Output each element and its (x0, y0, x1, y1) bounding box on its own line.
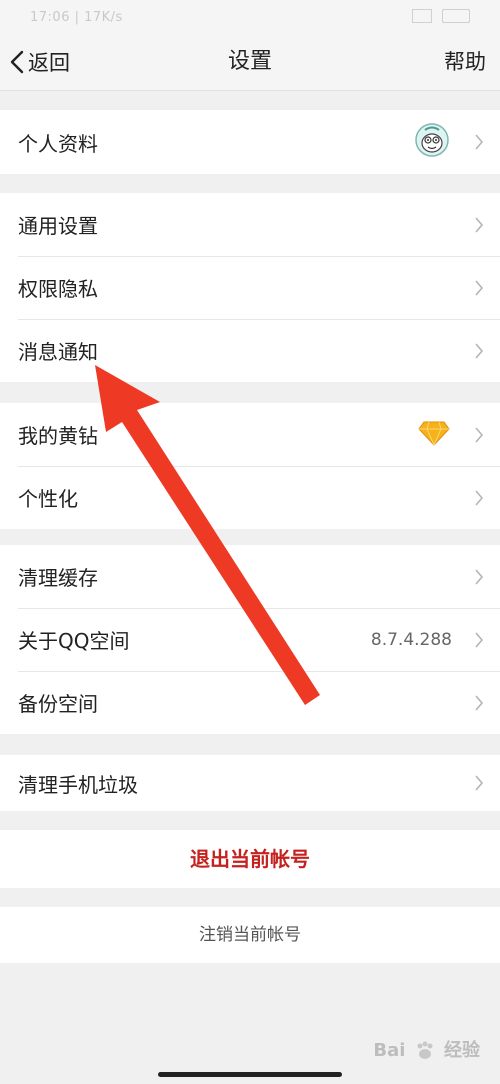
chevron-right-icon (475, 134, 484, 150)
status-bar: 17:06 | 17K/s (0, 0, 500, 34)
settings-row-privacy[interactable]: 权限隐私 (0, 256, 500, 319)
home-indicator (158, 1072, 342, 1077)
settings-row-notifications[interactable]: 消息通知 (0, 319, 500, 382)
chevron-right-icon (475, 631, 484, 648)
cancel-account-button[interactable]: 注销当前帐号 (0, 907, 500, 963)
settings-row-backup[interactable]: 备份空间 (0, 671, 500, 734)
row-label: 关于QQ空间 (18, 629, 130, 653)
logout-button[interactable]: 退出当前帐号 (0, 830, 500, 888)
watermark: Bai 经验 (373, 1036, 480, 1062)
settings-row-about[interactable]: 关于QQ空间 8.7.4.288 (0, 608, 500, 671)
chevron-right-icon (475, 694, 484, 711)
row-label: 备份空间 (18, 692, 98, 716)
help-button[interactable]: 帮助 (444, 34, 486, 90)
status-time: 17:06 | 17K/s (30, 10, 123, 25)
row-label: 个人资料 (18, 131, 98, 156)
row-label: 我的黄钻 (18, 424, 98, 448)
vip-group: 我的黄钻 个性化 (0, 403, 500, 529)
cleanup-group: 清理手机垃圾 (0, 755, 500, 811)
watermark-text-right: 经验 (444, 1040, 480, 1061)
battery-icon (442, 9, 470, 23)
nav-bar: 设置 返回 帮助 (0, 34, 500, 91)
chevron-right-icon (475, 279, 484, 296)
diamond-icon (418, 420, 450, 450)
row-label: 清理手机垃圾 (18, 772, 138, 797)
row-label: 通用设置 (18, 214, 98, 238)
general-group: 通用设置 权限隐私 消息通知 (0, 193, 500, 382)
version-value: 8.7.4.288 (370, 629, 452, 650)
settings-row-phone-cleanup[interactable]: 清理手机垃圾 (0, 755, 500, 811)
settings-row-yellow-diamond[interactable]: 我的黄钻 (0, 403, 500, 466)
settings-row-clear-cache[interactable]: 清理缓存 (0, 545, 500, 608)
chevron-right-icon (475, 342, 484, 359)
chevron-right-icon (475, 775, 484, 791)
chevron-right-icon (475, 568, 484, 585)
chevron-right-icon (475, 426, 484, 443)
watermark-text-left: Bai (373, 1040, 406, 1061)
chevron-left-icon (10, 50, 24, 74)
row-label: 权限隐私 (18, 277, 98, 301)
profile-group: 个人资料 (0, 110, 500, 174)
settings-row-personalize[interactable]: 个性化 (0, 466, 500, 529)
avatar-icon (414, 122, 450, 162)
page-title: 设置 (227, 49, 272, 74)
chevron-right-icon (475, 489, 484, 506)
settings-row-general[interactable]: 通用设置 (0, 193, 500, 256)
back-button[interactable]: 返回 (10, 34, 70, 90)
signal-icon (412, 9, 432, 23)
storage-group: 清理缓存 关于QQ空间 8.7.4.288 备份空间 (0, 545, 500, 734)
row-label: 消息通知 (18, 340, 98, 364)
row-label: 个性化 (18, 487, 78, 511)
row-label: 清理缓存 (18, 566, 98, 590)
paw-icon (417, 1041, 433, 1059)
back-label: 返回 (28, 51, 70, 75)
settings-row-profile[interactable]: 个人资料 (0, 110, 500, 174)
chevron-right-icon (475, 216, 484, 233)
